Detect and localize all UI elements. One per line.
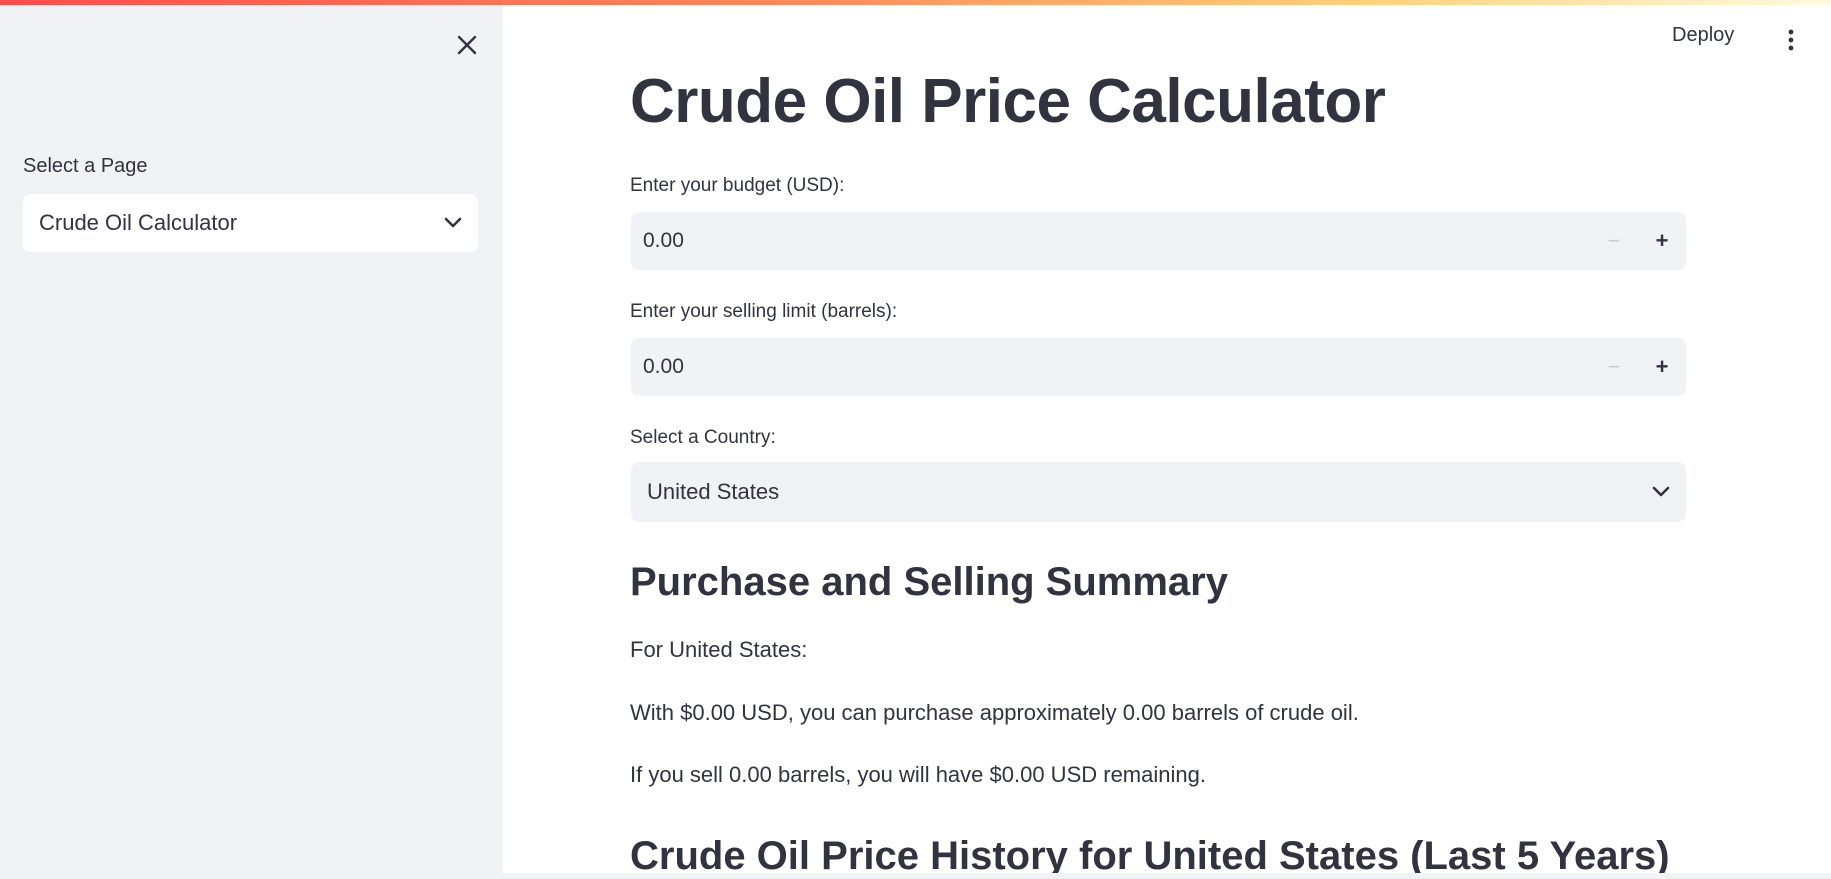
budget-value[interactable]: 0.00 [631,229,1590,253]
budget-increment-button[interactable]: + [1638,212,1686,270]
country-select[interactable]: United States [631,462,1686,522]
selling-limit-decrement-button[interactable]: − [1590,338,1638,396]
summary-country-text: For United States: [630,637,808,662]
main-menu-button[interactable] [1778,22,1804,58]
deploy-button[interactable]: Deploy [1672,24,1734,47]
window-bottom-edge [0,873,1831,879]
summary-heading: Purchase and Selling Summary [630,560,1228,604]
selling-limit-label: Enter your selling limit (barrels): [630,301,898,322]
selling-limit-increment-button[interactable]: + [1638,338,1686,396]
country-select-value: United States [647,479,780,504]
page-title: Crude Oil Price Calculator [630,67,1386,136]
budget-input[interactable]: 0.00 − + [631,212,1686,270]
page-select-label: Select a Page [23,155,148,177]
close-icon [457,35,477,55]
budget-decrement-button[interactable]: − [1590,212,1638,270]
chevron-down-icon [444,217,462,228]
sidebar: Select a Page Crude Oil Calculator [0,0,503,879]
selling-limit-input[interactable]: 0.00 − + [631,338,1686,396]
budget-label: Enter your budget (USD): [630,175,845,196]
chevron-down-icon [1652,486,1670,497]
kebab-menu-icon [1788,29,1794,51]
page-select-value: Crude Oil Calculator [39,210,238,235]
page-select[interactable]: Crude Oil Calculator [23,194,478,252]
summary-selling-text: If you sell 0.00 barrels, you will have … [630,762,1206,787]
country-label: Select a Country: [630,427,776,448]
selling-limit-value[interactable]: 0.00 [631,355,1590,379]
close-sidebar-button[interactable] [450,28,484,62]
top-decoration-bar [0,0,1831,5]
summary-purchase-text: With $0.00 USD, you can purchase approxi… [630,700,1359,725]
